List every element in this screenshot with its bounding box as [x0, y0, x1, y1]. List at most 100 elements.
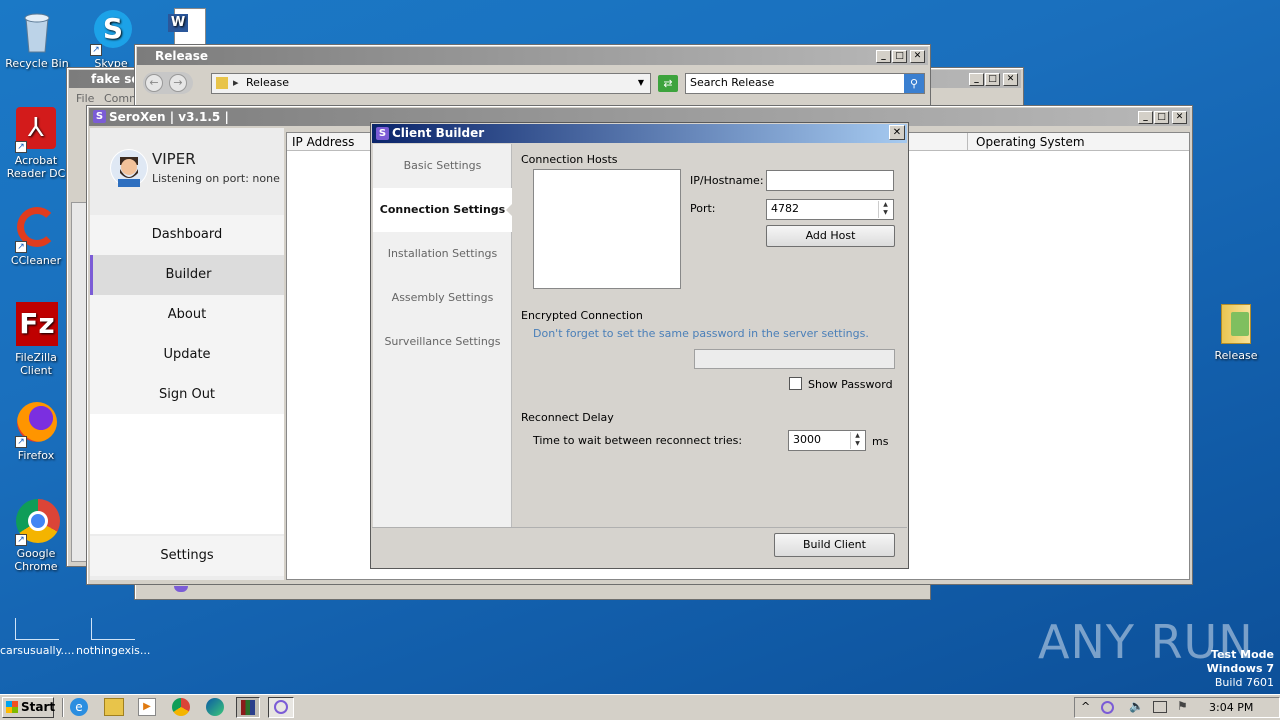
show-password-label[interactable]: Show Password	[808, 378, 893, 391]
tab-surveillance-settings[interactable]: Surveillance Settings	[373, 320, 512, 364]
refresh-icon[interactable]: ⇄	[658, 75, 678, 92]
ip-hostname-label: IP/Hostname:	[690, 174, 764, 187]
ip-hostname-input[interactable]	[766, 170, 894, 191]
desktop-icon-label: FileZilla Client	[15, 351, 57, 377]
spinner-arrows-icon[interactable]: ▲ ▼	[878, 201, 892, 218]
search-input[interactable]: Search Release ⚲	[685, 73, 925, 94]
build-client-button[interactable]: Build Client	[774, 533, 895, 557]
test-mode-line: Test Mode	[1211, 648, 1274, 661]
media-player-icon[interactable]: ▶	[138, 698, 156, 716]
shortcut-arrow-icon: ↗	[15, 534, 27, 546]
password-input[interactable]	[694, 349, 895, 369]
port-label: Port:	[690, 202, 716, 215]
maximize-button[interactable]: □	[985, 73, 1000, 86]
reconnect-delay-label: Reconnect Delay	[521, 411, 614, 424]
desktop-icon-label: Recycle Bin	[5, 57, 69, 70]
forward-arrow-icon[interactable]: →	[169, 74, 187, 92]
connection-hosts-label: Connection Hosts	[521, 153, 618, 166]
back-arrow-icon[interactable]: ←	[145, 74, 163, 92]
maximize-button[interactable]: □	[1154, 111, 1169, 124]
seroxen-taskbar-icon[interactable]	[268, 697, 294, 718]
sidebar-spacer	[90, 414, 284, 534]
clock[interactable]: 3:04 PM	[1209, 701, 1253, 714]
nav-update[interactable]: Update	[90, 335, 284, 375]
desktop-file-carsusually[interactable]: carsusually....	[0, 618, 75, 657]
desktop-icon-label: Release	[1214, 349, 1258, 362]
chrome-taskbar-icon[interactable]	[172, 698, 190, 716]
folder-icon	[1213, 300, 1259, 346]
desktop-file-nothingexis[interactable]: nothingexis...	[76, 618, 150, 657]
desktop-file-label: carsusually....	[0, 644, 75, 657]
desktop-icon-filezilla[interactable]: Fz FileZilla Client	[1, 302, 71, 377]
column-header-ip[interactable]: IP Address	[292, 135, 354, 149]
desktop-icon-recycle-bin[interactable]: Recycle Bin	[2, 8, 72, 70]
minimize-button[interactable]: _	[876, 50, 891, 63]
close-button[interactable]: ✕	[1003, 73, 1018, 86]
desktop-icon-label: Google Chrome	[14, 547, 58, 573]
show-password-checkbox[interactable]	[789, 377, 802, 390]
port-value: 4782	[771, 202, 799, 215]
reconnect-delay-stepper[interactable]: 3000 ▲ ▼	[788, 430, 866, 451]
minimize-button[interactable]: _	[969, 73, 984, 86]
port-stepper[interactable]: 4782 ▲ ▼	[766, 199, 894, 220]
username: VIPER	[152, 150, 196, 168]
start-button[interactable]: Start	[2, 697, 55, 718]
client-builder-dialog[interactable]: S Client Builder ✕ Basic Settings Connec…	[370, 122, 909, 569]
listening-status: Listening on port: none	[152, 172, 280, 185]
tab-connection-settings[interactable]: Connection Settings	[373, 188, 512, 232]
action-center-flag-icon[interactable]: ⚑	[1177, 699, 1188, 713]
explorer-taskbar-icon[interactable]	[104, 698, 124, 716]
network-icon[interactable]	[1153, 701, 1167, 713]
builder-tab-list: Basic Settings Connection Settings Insta…	[373, 144, 512, 528]
nav-about[interactable]: About	[90, 295, 284, 335]
chevron-down-icon[interactable]: ▼	[638, 74, 644, 92]
chevron-up-icon[interactable]: ^	[1081, 700, 1090, 713]
close-button[interactable]: ✕	[889, 125, 905, 140]
nav-dashboard[interactable]: Dashboard	[90, 215, 284, 255]
volume-icon[interactable]: 🔈	[1129, 699, 1144, 713]
search-icon[interactable]: ⚲	[904, 74, 924, 93]
desktop-icon-chrome[interactable]: ↗ Google Chrome	[1, 498, 71, 573]
close-button[interactable]: ✕	[1172, 111, 1187, 124]
shortcut-arrow-icon: ↗	[15, 141, 27, 153]
nav-settings[interactable]: Settings	[90, 536, 284, 576]
tab-installation-settings[interactable]: Installation Settings	[373, 232, 512, 276]
minimize-button[interactable]: _	[1138, 111, 1153, 124]
search-placeholder: Search Release	[690, 76, 775, 89]
shortcut-arrow-icon: ↗	[90, 44, 102, 56]
nav-sign-out[interactable]: Sign Out	[90, 375, 284, 415]
filezilla-icon: Fz	[13, 302, 59, 348]
dialog-title: Client Builder	[392, 126, 485, 140]
shortcut-arrow-icon: ↗	[15, 241, 27, 253]
winrar-taskbar-icon[interactable]	[236, 697, 260, 718]
nav-back-forward[interactable]: ← →	[143, 72, 193, 94]
desktop-icon-acrobat[interactable]: ⅄ ↗ Acrobat Reader DC	[1, 105, 71, 180]
desktop-icon-release-folder[interactable]: Release	[1201, 300, 1271, 362]
add-host-button[interactable]: Add Host	[766, 225, 895, 247]
hosts-listbox[interactable]	[533, 169, 681, 289]
menu-file[interactable]: File	[76, 92, 94, 105]
address-text: Release	[246, 76, 289, 89]
ms-unit-label: ms	[872, 435, 889, 448]
address-bar[interactable]: ▸ Release ▼	[211, 73, 651, 94]
window-title: SeroXen | v3.1.5 |	[109, 110, 229, 124]
reconnect-value: 3000	[793, 433, 821, 446]
tab-assembly-settings[interactable]: Assembly Settings	[373, 276, 512, 320]
dialog-titlebar[interactable]: S Client Builder	[372, 124, 907, 143]
tab-basic-settings[interactable]: Basic Settings	[373, 144, 512, 188]
firefox-icon: ↗	[13, 400, 59, 448]
internet-explorer-icon[interactable]: e	[70, 698, 88, 716]
desktop-icon-ccleaner[interactable]: ↗ CCleaner	[1, 205, 71, 267]
edge-taskbar-icon[interactable]	[206, 698, 224, 716]
desktop-icon-firefox[interactable]: ↗ Firefox	[1, 400, 71, 462]
close-button[interactable]: ✕	[910, 50, 925, 63]
seroxen-tray-icon[interactable]	[1101, 701, 1114, 714]
maximize-button[interactable]: □	[892, 50, 907, 63]
column-header-os[interactable]: Operating System	[967, 133, 1191, 151]
nav-builder[interactable]: Builder	[90, 255, 284, 295]
skype-icon: S ↗	[88, 8, 134, 56]
build-line: Build 7601	[1214, 676, 1274, 689]
avatar	[110, 149, 148, 187]
spinner-arrows-icon[interactable]: ▲ ▼	[850, 432, 864, 449]
explorer-titlebar[interactable]: Release _ □ ✕	[137, 47, 928, 65]
